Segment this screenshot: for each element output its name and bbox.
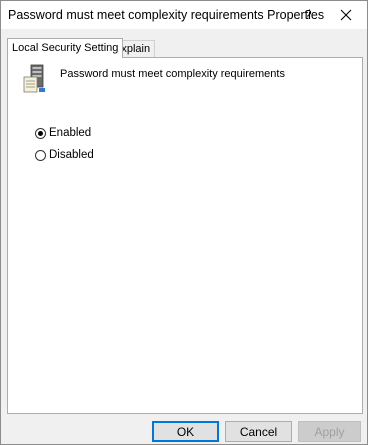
disabled-radio[interactable] xyxy=(35,149,46,161)
help-button[interactable]: ? xyxy=(297,5,319,25)
apply-button[interactable]: Apply xyxy=(298,421,361,442)
close-button[interactable] xyxy=(334,4,358,26)
disabled-label[interactable]: Disabled xyxy=(49,149,94,161)
enabled-option[interactable]: Enabled xyxy=(35,125,91,141)
disabled-option[interactable]: Disabled xyxy=(35,147,94,163)
policy-name: Password must meet complexity requiremen… xyxy=(60,68,285,80)
properties-dialog: Password must meet complexity requiremen… xyxy=(0,0,368,445)
close-icon xyxy=(340,9,352,21)
ok-button[interactable]: OK xyxy=(152,421,219,442)
window-title: Password must meet complexity requiremen… xyxy=(8,8,325,22)
cancel-button[interactable]: Cancel xyxy=(225,421,292,442)
server-policy-icon xyxy=(23,64,45,93)
title-bar[interactable]: Password must meet complexity requiremen… xyxy=(1,1,367,29)
tab-local-security-setting[interactable]: Local Security Setting xyxy=(7,38,124,58)
tab-panel: Password must meet complexity requiremen… xyxy=(7,57,363,414)
enabled-radio[interactable] xyxy=(35,127,46,139)
enabled-label[interactable]: Enabled xyxy=(49,127,91,139)
